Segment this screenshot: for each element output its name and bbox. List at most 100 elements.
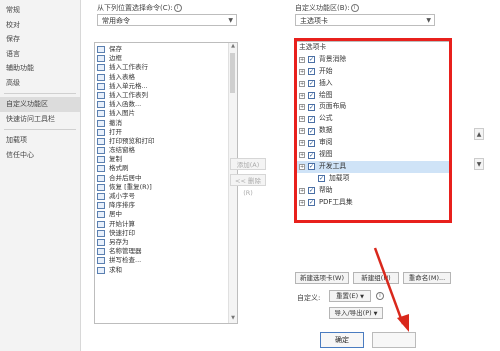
- tab-checkbox[interactable]: ✓: [308, 68, 315, 76]
- expand-icon[interactable]: +: [299, 128, 305, 135]
- ok-button[interactable]: 确定: [320, 332, 364, 348]
- command-item[interactable]: 打印预览和打印: [95, 137, 237, 146]
- chevron-down-icon: ▼: [228, 17, 233, 24]
- ribbon-tab-item[interactable]: + ✓ 视图: [295, 149, 450, 161]
- command-item[interactable]: 拼写检查...: [95, 256, 237, 265]
- command-icon: [97, 266, 105, 274]
- expand-icon[interactable]: +: [299, 56, 305, 63]
- tab-label: 页面布局: [319, 102, 347, 111]
- tab-checkbox[interactable]: ✓: [308, 115, 315, 123]
- nav-item[interactable]: 自定义功能区: [0, 97, 80, 112]
- ribbon-tab-item[interactable]: + ✓ 开始: [295, 66, 450, 78]
- move-down-button[interactable]: ▼: [474, 158, 484, 170]
- ribbon-tab-item[interactable]: + ✓ 帮助: [295, 185, 450, 197]
- command-item[interactable]: 开始计算: [95, 220, 237, 229]
- tab-checkbox[interactable]: ✓: [308, 56, 315, 64]
- ribbon-tab-item[interactable]: ✓ 加载项: [295, 173, 450, 185]
- tab-checkbox[interactable]: ✓: [308, 187, 315, 195]
- ribbon-tabs-combo[interactable]: 主选项卡 ▼: [295, 14, 435, 26]
- command-icon: [97, 202, 105, 210]
- command-item[interactable]: 另存为: [95, 238, 237, 247]
- tab-checkbox[interactable]: ✓: [308, 80, 315, 88]
- expand-icon[interactable]: +: [299, 68, 305, 75]
- command-item[interactable]: 插入图片: [95, 109, 237, 118]
- command-label: 保存: [109, 45, 122, 53]
- command-item[interactable]: 撤消▸: [95, 119, 237, 128]
- command-item[interactable]: 插入表格: [95, 73, 237, 82]
- command-item[interactable]: 居中: [95, 210, 237, 219]
- expand-icon[interactable]: +: [299, 152, 305, 159]
- command-item[interactable]: 打开: [95, 128, 237, 137]
- ribbon-tab-item[interactable]: + ✓ 审阅: [295, 137, 450, 149]
- scroll-down-icon[interactable]: ▼: [229, 315, 237, 323]
- nav-item[interactable]: 高级: [0, 76, 80, 91]
- ribbon-tab-item[interactable]: + ✓ 公式: [295, 113, 450, 125]
- tab-checkbox[interactable]: ✓: [308, 139, 315, 147]
- expand-icon[interactable]: +: [299, 104, 305, 111]
- ribbon-tab-item[interactable]: + ✓ 数据: [295, 125, 450, 137]
- nav-divider: [4, 129, 76, 130]
- remove-button[interactable]: << 删除(R): [230, 174, 266, 197]
- command-item[interactable]: 求和: [95, 266, 237, 275]
- expand-icon[interactable]: +: [299, 199, 305, 206]
- reset-button[interactable]: 重置(E) ▼: [329, 290, 371, 302]
- scroll-thumb[interactable]: [230, 53, 235, 93]
- tab-checkbox[interactable]: ✓: [318, 175, 325, 183]
- ribbon-tab-item[interactable]: + ✓ 插入: [295, 78, 450, 90]
- move-up-button[interactable]: ▲: [474, 128, 484, 140]
- options-nav: 常规 校对 保存 语言 辅助功能 高级 自定义功能区 快速访问工具栏 加载项 信任中心: [0, 0, 81, 351]
- command-item[interactable]: 插入单元格...: [95, 82, 237, 91]
- expand-icon[interactable]: +: [299, 163, 305, 170]
- command-item[interactable]: 边框▸: [95, 54, 237, 63]
- ribbon-tab-item[interactable]: + ✓ 绘图: [295, 90, 450, 102]
- expand-icon[interactable]: +: [299, 80, 305, 87]
- expand-icon[interactable]: +: [299, 92, 305, 99]
- tab-checkbox[interactable]: ✓: [308, 127, 315, 135]
- nav-item[interactable]: 信任中心: [0, 148, 80, 163]
- ribbon-tab-item[interactable]: + ✓ 开发工具: [295, 160, 450, 173]
- tab-checkbox[interactable]: ✓: [308, 103, 315, 111]
- cancel-button[interactable]: [372, 332, 416, 348]
- tab-label: 开始: [319, 66, 333, 75]
- customize-ribbon-panel: 从下列位置选择命令(C):i 常用命令▼ 保存边框▸插入工作表行插入表格插入单元…: [81, 0, 500, 351]
- choose-commands-combo[interactable]: 常用命令 ▼: [97, 14, 237, 26]
- tab-checkbox[interactable]: ✓: [308, 199, 315, 207]
- command-item[interactable]: 合并后居中: [95, 174, 237, 183]
- expand-icon[interactable]: +: [299, 116, 305, 123]
- command-item[interactable]: 冻结窗格▸: [95, 146, 237, 155]
- nav-item[interactable]: 常规: [0, 3, 80, 18]
- command-icon: [97, 183, 105, 191]
- command-item[interactable]: 插入工作表列: [95, 91, 237, 100]
- add-button[interactable]: 添加(A) >>: [230, 158, 266, 181]
- nav-item[interactable]: 加载项: [0, 133, 80, 148]
- new-tab-button[interactable]: 新建选项卡(W): [295, 272, 349, 284]
- nav-item[interactable]: 保存: [0, 32, 80, 47]
- command-item[interactable]: 保存: [95, 45, 237, 54]
- tab-checkbox[interactable]: ✓: [308, 163, 315, 171]
- ribbon-tab-item[interactable]: + ✓ PDF工具集: [295, 197, 450, 209]
- command-item[interactable]: 快速打印: [95, 229, 237, 238]
- command-item[interactable]: 插入函数...: [95, 100, 237, 109]
- command-item[interactable]: 名称管理器: [95, 247, 237, 256]
- command-icon: [97, 110, 105, 118]
- tab-checkbox[interactable]: ✓: [308, 151, 315, 159]
- scroll-up-icon[interactable]: ▲: [229, 43, 237, 51]
- tab-label: PDF工具集: [319, 197, 353, 206]
- ribbon-tab-item[interactable]: + ✓ 页面布局: [295, 101, 450, 113]
- expand-icon[interactable]: +: [299, 140, 305, 147]
- nav-item[interactable]: 快速访问工具栏: [0, 112, 80, 127]
- commands-list[interactable]: 保存边框▸插入工作表行插入表格插入单元格...插入工作表列插入函数...插入图片…: [94, 42, 238, 324]
- nav-item[interactable]: 校对: [0, 18, 80, 33]
- command-item[interactable]: 插入工作表行: [95, 63, 237, 72]
- command-label: 打开: [109, 127, 122, 136]
- expand-icon[interactable]: +: [299, 187, 305, 194]
- nav-item[interactable]: 语言: [0, 47, 80, 62]
- command-item[interactable]: 降序排序: [95, 201, 237, 210]
- nav-item[interactable]: 辅助功能: [0, 61, 80, 76]
- command-item[interactable]: 恢复 [重复(R)]: [95, 183, 237, 192]
- command-item[interactable]: 减小字号: [95, 192, 237, 201]
- ribbon-tree[interactable]: 主选项卡 + ✓ 背景消除 + ✓ 开始 + ✓ 插入 + ✓ 绘图 + ✓ 页面布局 + ✓ 公式 + ✓ 数据 + ✓ 审…: [294, 41, 451, 221]
- ribbon-tab-item[interactable]: + ✓ 背景消除: [295, 54, 450, 66]
- tab-checkbox[interactable]: ✓: [308, 92, 315, 100]
- command-item[interactable]: 格式刷: [95, 164, 237, 173]
